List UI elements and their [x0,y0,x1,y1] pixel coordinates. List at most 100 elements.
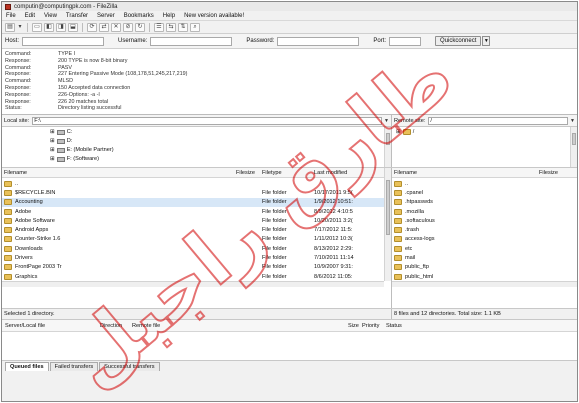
expand-icon[interactable]: ⊞ [50,147,55,153]
menu-bookmarks[interactable]: Bookmarks [124,13,154,19]
list-item[interactable]: public_ftp [392,263,577,272]
list-item[interactable]: .mozilla [392,207,577,216]
menu-help[interactable]: Help [163,13,175,19]
tree-node-f[interactable]: ⊞ F: (Software) [50,156,99,162]
list-item[interactable]: mail [392,253,577,262]
column-filesize[interactable]: Filesize [537,170,577,176]
column-filetype[interactable]: Filetype [260,170,312,176]
queue-column-server-local-file[interactable]: Server/Local file [2,323,100,329]
tree-node-root[interactable]: ⊞ / [396,129,414,135]
local-list-hscrollbar[interactable] [2,281,384,287]
list-item[interactable]: Graphics File folder 8/6/2012 11:05: [2,272,384,281]
column-filename[interactable]: Filename [392,170,537,176]
queue-column-direction[interactable]: Direction [100,323,132,329]
tab-successful-transfers[interactable]: Successful transfers [99,362,160,371]
toggle-queue-icon[interactable]: ⬓ [68,22,78,32]
expand-icon[interactable]: ⊞ [50,156,55,162]
chevron-down-icon[interactable]: ▼ [482,36,491,46]
directory-listing-filter-icon[interactable]: ☰ [154,22,164,32]
port-input[interactable] [389,36,422,46]
queue-column-priority[interactable]: Priority [362,323,386,329]
list-item[interactable]: .. [392,179,577,188]
remote-directory-tree[interactable]: ⊞ / [392,127,577,167]
list-item[interactable]: public_html [392,272,577,281]
list-item[interactable]: Adobe File folder 8/9/2012 4:10:5 [2,207,384,216]
local-directory-tree[interactable]: ⊞ C: ⊞ D: ⊞ E: (Mobile Partner) ⊞ F: (Softwa… [2,127,392,167]
toggle-local-tree-icon[interactable]: ◧ [44,22,54,32]
menu-server[interactable]: Server [97,13,115,19]
list-item[interactable]: Accounting File folder 1/9/2012 10:51: [2,197,384,207]
host-input[interactable] [22,36,105,46]
list-item[interactable]: Downloads File folder 8/13/2012 2:29: [2,244,384,253]
remote-tree-scrollbar[interactable] [570,127,577,167]
search-icon[interactable]: ⌕ [190,22,200,32]
list-item[interactable]: .. [2,179,384,188]
site-manager-icon[interactable]: ▤ [5,22,15,32]
chevron-down-icon[interactable]: ▼ [384,118,389,124]
chevron-down-icon[interactable]: ▾ [17,23,23,32]
list-item[interactable]: Android Apps File folder 7/17/2012 11:5: [2,226,384,235]
queue-column-status[interactable]: Status [386,323,426,329]
list-item[interactable]: .softaculous [392,216,577,225]
tab-queued-files[interactable]: Queued files [5,362,49,371]
reconnect-icon[interactable]: ↻ [135,22,145,32]
list-item[interactable]: .cpanel [392,188,577,197]
file-name: mail [405,255,416,262]
queue-column-size[interactable]: Size [348,323,362,329]
message-log[interactable]: Command: TYPE I Response: 200 TYPE is now … [2,49,577,115]
local-list-scrollbar[interactable] [384,168,391,281]
remote-file-list[interactable]: Filename Filesize .. .cpanel .htpasswds … [392,168,577,308]
scroll-thumb[interactable] [386,180,390,235]
folder-icon [4,255,12,262]
folder-icon [4,227,12,234]
expand-icon[interactable]: ⊞ [50,129,55,135]
folder-icon [4,264,12,271]
quickconnect-button[interactable]: Quickconnect [435,36,482,46]
queue-column-remote-file[interactable]: Remote file [132,323,348,329]
file-type: File folder [262,227,287,234]
tree-node-c[interactable]: ⊞ C: [50,129,72,135]
column-last-modified[interactable]: Last modified [312,170,384,176]
menu-transfer[interactable]: Transfer [66,13,88,19]
toggle-remote-tree-icon[interactable]: ◨ [56,22,66,32]
password-input[interactable] [277,36,360,46]
remote-site-input[interactable]: / [428,116,569,125]
local-tree-scrollbar[interactable] [384,127,391,167]
menu-view[interactable]: View [44,13,57,19]
tab-failed-transfers[interactable]: Failed transfers [49,362,99,371]
column-filesize[interactable]: Filesize [234,170,260,176]
list-item[interactable]: .htpasswds [392,198,577,207]
cancel-operation-icon[interactable]: ✕ [111,22,121,32]
chevron-down-icon[interactable]: ▼ [570,118,575,124]
expand-icon[interactable]: ⊞ [396,129,401,135]
synchronized-browsing-icon[interactable]: ⇅ [178,22,188,32]
menu-new-version[interactable]: New version available! [184,13,244,19]
refresh-icon[interactable]: ⟳ [87,22,97,32]
local-file-list[interactable]: Filename Filesize Filetype Last modified… [2,168,392,308]
transfer-queue[interactable] [2,332,577,360]
file-type: File folder [262,199,287,206]
list-item[interactable]: $RECYCLE.BIN File folder 10/17/2011 9:5( [2,188,384,197]
list-item[interactable]: Drivers File folder 7/10/2011 11:14 [2,253,384,262]
compare-directories-icon[interactable]: ⇆ [166,22,176,32]
disconnect-icon[interactable]: ⊘ [123,22,133,32]
expand-icon[interactable]: ⊞ [50,138,55,144]
remote-list-hscrollbar[interactable] [392,281,577,287]
tree-node-d[interactable]: ⊞ D: [50,138,72,144]
username-input[interactable] [150,36,233,46]
list-item[interactable]: FrontPage 2003 Tr File folder 10/9/2007 9:… [2,263,384,272]
scroll-thumb[interactable] [572,133,576,145]
scroll-thumb[interactable] [386,133,390,145]
list-item[interactable]: etc [392,244,577,253]
menu-edit[interactable]: Edit [25,13,35,19]
local-site-input[interactable]: F:\ [32,116,383,125]
toggle-log-icon[interactable]: ▭ [32,22,42,32]
menu-file[interactable]: File [6,13,16,19]
list-item[interactable]: access-logs [392,235,577,244]
process-queue-icon[interactable]: ⇄ [99,22,109,32]
tree-node-e[interactable]: ⊞ E: (Mobile Partner) [50,147,114,153]
list-item[interactable]: Adobe Software File folder 10/20/2011 3:2( [2,216,384,225]
list-item[interactable]: .trash [392,226,577,235]
column-filename[interactable]: Filename [2,170,234,176]
list-item[interactable]: Counter-Strike 1.6 File folder 1/11/2012 1… [2,235,384,244]
